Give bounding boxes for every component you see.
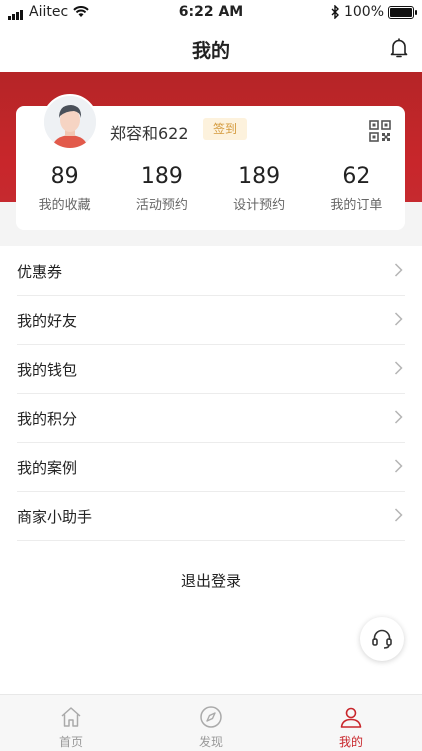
stat-label: 设计预约 [233,198,286,213]
customer-service-button[interactable] [360,617,404,661]
tab-label: 发现 [198,735,223,749]
home-icon [61,707,81,727]
status-right: 100% [331,4,417,20]
stat-label: 我的收藏 [38,198,91,213]
tab-bar: 首页 发现 我的 [0,694,422,751]
stat-label: 活动预约 [135,198,188,213]
stat-activity-bookings[interactable]: 189 活动预约 [113,164,210,213]
menu-item-points[interactable]: 我的积分 [17,394,405,443]
menu-item-label: 我的钱包 [17,361,78,379]
stat-orders[interactable]: 62 我的订单 [308,164,405,213]
tab-home[interactable]: 首页 [31,705,111,750]
menu-item-merchant-assistant[interactable]: 商家小助手 [17,492,405,541]
stat-favorites[interactable]: 89 我的收藏 [16,164,113,213]
chevron-right-icon [394,508,403,522]
menu-item-label: 我的积分 [17,410,78,428]
stat-design-bookings[interactable]: 189 设计预约 [211,164,308,213]
chevron-right-icon [394,410,403,424]
chevron-right-icon [394,312,403,326]
qr-code-icon[interactable] [369,120,391,142]
stats-row: 89 我的收藏 189 活动预约 189 设计预约 62 我的订单 [16,164,405,213]
headset-icon [372,629,392,649]
profile-card: 郑容和622 签到 89 我的收藏 189 活动预约 189 设计预约 62 我… [16,94,405,230]
menu-item-friends[interactable]: 我的好友 [17,296,405,345]
tab-label: 首页 [58,735,83,749]
bell-icon[interactable] [390,38,408,58]
status-bar: Aiitec 6:22 AM 100% [0,0,422,26]
stat-value: 89 [50,164,79,189]
compass-icon [200,706,222,728]
stat-value: 189 [238,164,281,189]
tab-mine[interactable]: 我的 [311,705,391,750]
battery-percent: 100% [343,4,384,20]
menu-item-cases[interactable]: 我的案例 [17,443,405,492]
stat-label: 我的订单 [330,198,383,213]
tab-discover[interactable]: 发现 [171,705,251,750]
logout-button[interactable]: 退出登录 [0,570,422,591]
menu-item-wallet[interactable]: 我的钱包 [17,345,405,394]
battery-icon [388,5,417,19]
menu-item-label: 商家小助手 [17,508,93,526]
menu-item-coupons[interactable]: 优惠券 [17,247,405,296]
user-icon [340,707,362,728]
bluetooth-icon [331,5,339,19]
chevron-right-icon [394,459,403,473]
chevron-right-icon [394,263,403,277]
nav-bar: 我的 [0,26,422,72]
menu-item-label: 优惠券 [17,263,63,281]
menu-list: 优惠券 我的好友 我的钱包 我的积分 我的案例 商家小助手 [0,247,422,541]
menu-item-label: 我的案例 [17,459,78,477]
stat-value: 62 [342,164,371,189]
chevron-right-icon [394,361,403,375]
page-title: 我的 [191,40,230,62]
checkin-button[interactable]: 签到 [203,118,247,140]
tab-label: 我的 [338,735,363,749]
avatar-image [44,96,96,148]
username: 郑容和622 [110,124,189,143]
avatar[interactable] [42,94,98,150]
menu-item-label: 我的好友 [17,312,78,330]
stat-value: 189 [140,164,183,189]
